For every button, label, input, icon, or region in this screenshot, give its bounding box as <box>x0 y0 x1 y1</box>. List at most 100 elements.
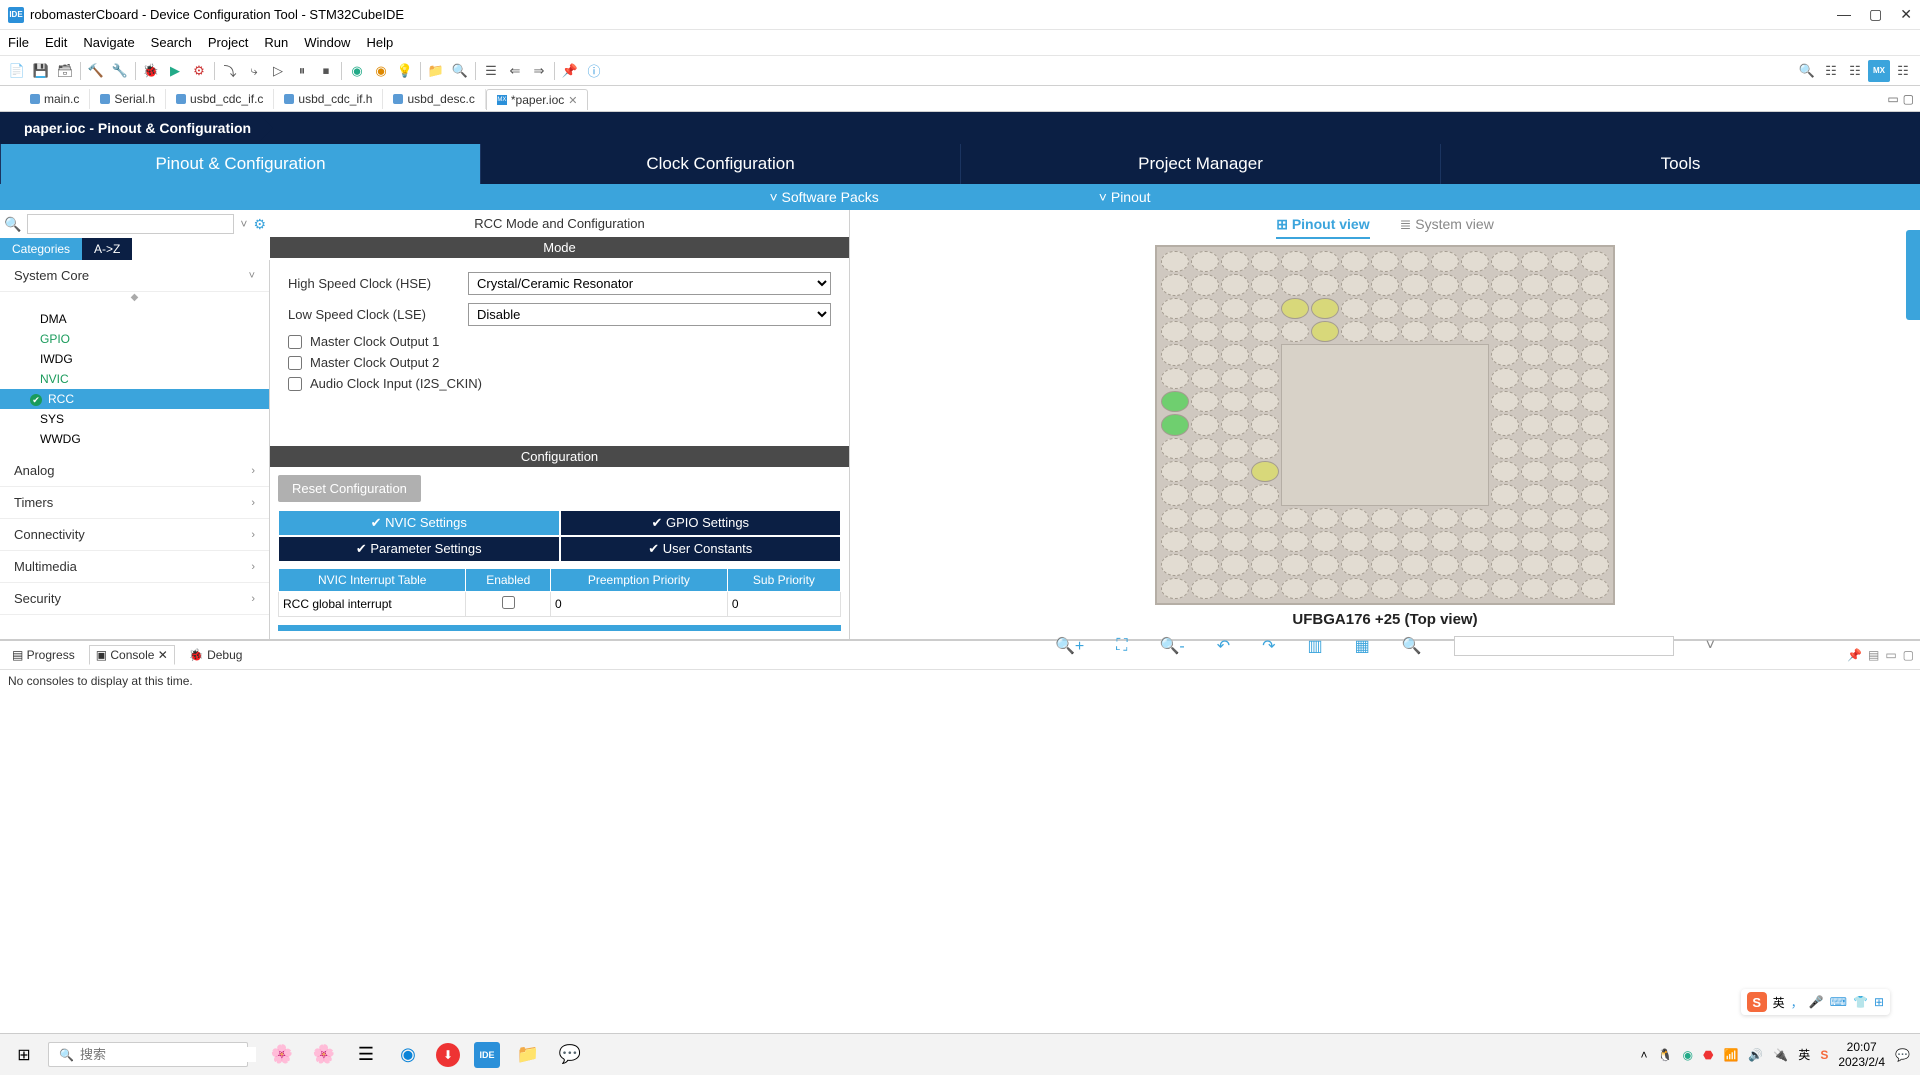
minimize-button[interactable]: — <box>1837 6 1851 23</box>
menu-help[interactable]: Help <box>366 35 393 50</box>
perspective-mx-icon[interactable]: MX <box>1868 60 1890 82</box>
tab-usbd-desc-c[interactable]: usbd_desc.c <box>383 89 485 109</box>
pinout-view-tab[interactable]: ⊞ Pinout view <box>1276 216 1369 239</box>
tray-battery-icon[interactable]: 🔌 <box>1773 1048 1788 1062</box>
taskbar-search-input[interactable] <box>80 1047 256 1062</box>
mco2-checkbox[interactable] <box>288 356 302 370</box>
wechat-icon[interactable]: 💬 <box>556 1041 584 1069</box>
chip-pinout[interactable] <box>1155 245 1615 605</box>
ime-comma-icon[interactable]: ， <box>1791 994 1803 1011</box>
grid-icon[interactable]: ▦ <box>1355 636 1370 656</box>
cat-analog[interactable]: Analog› <box>0 455 269 487</box>
cat-multimedia[interactable]: Multimedia› <box>0 551 269 583</box>
gear-icon[interactable]: ⚙ <box>253 216 266 233</box>
cat-system-core[interactable]: System Core˅ <box>0 260 269 292</box>
stop-icon[interactable]: ⏹ <box>315 60 337 82</box>
tray-up-icon[interactable]: ˄ <box>1641 1048 1648 1062</box>
tab-serial-h[interactable]: Serial.h <box>90 89 166 109</box>
taskbar-search[interactable]: 🔍 <box>48 1042 248 1067</box>
edge-icon[interactable]: ◉ <box>394 1041 422 1069</box>
build-button[interactable]: 🔨 <box>85 60 107 82</box>
nvic-enable-checkbox[interactable] <box>502 596 515 609</box>
external-tool-icon[interactable]: ⚙ <box>188 60 210 82</box>
zoom-out-icon[interactable]: 🔍- <box>1159 636 1184 656</box>
close-tab-icon[interactable]: ✕ <box>568 94 577 107</box>
tray-shield-icon[interactable]: ⬣ <box>1703 1048 1713 1062</box>
categories-tab[interactable]: Categories <box>0 238 82 260</box>
save-all-button[interactable]: 🗃 <box>54 60 76 82</box>
scrollbar[interactable] <box>278 625 841 631</box>
hse-select[interactable]: Crystal/Ceramic Resonator <box>468 272 831 295</box>
tray-volume-icon[interactable]: 🔊 <box>1748 1048 1763 1062</box>
run-icon[interactable]: ▶ <box>164 60 186 82</box>
sogou-icon[interactable]: S <box>1747 992 1767 1012</box>
new-button[interactable]: 📄 <box>6 60 28 82</box>
cfg-tab-user[interactable]: ✔ User Constants <box>560 536 842 562</box>
cfg-tab-gpio[interactable]: ✔ GPIO Settings <box>560 510 842 536</box>
app-red-icon[interactable]: ⬇ <box>436 1043 460 1067</box>
taskbar-app-2[interactable]: 🌸 <box>310 1041 338 1069</box>
tray-360-icon[interactable]: ◉ <box>1682 1048 1692 1062</box>
taskbar-app-1[interactable]: 🌸 <box>268 1041 296 1069</box>
ext-build-icon[interactable]: ◉ <box>370 60 392 82</box>
pin-icon[interactable]: 📌 <box>559 60 581 82</box>
tray-sogou-icon[interactable]: S <box>1820 1048 1828 1062</box>
table-row[interactable]: RCC global interrupt 0 0 <box>279 592 841 617</box>
tab-progress[interactable]: ▤ Progress <box>6 646 81 664</box>
fit-icon[interactable]: ⛶ <box>1116 637 1127 655</box>
nav-back-icon[interactable]: ⇐ <box>504 60 526 82</box>
item-gpio[interactable]: GPIO <box>0 329 269 349</box>
system-view-tab[interactable]: ≣ System view <box>1400 216 1494 239</box>
tray-lang-icon[interactable]: 英 <box>1798 1046 1810 1063</box>
menu-window[interactable]: Window <box>304 35 350 50</box>
nav-fwd-icon[interactable]: ⇒ <box>528 60 550 82</box>
tab-project-manager[interactable]: Project Manager <box>960 144 1440 184</box>
layers-icon[interactable]: ▥ <box>1308 636 1323 656</box>
ime-mic-icon[interactable]: 🎤 <box>1809 995 1824 1009</box>
ime-keyboard-icon[interactable]: ⌨ <box>1830 995 1847 1009</box>
taskbar-clock[interactable]: 20:07 2023/2/4 <box>1838 1040 1885 1069</box>
category-search-input[interactable] <box>27 214 234 234</box>
menu-edit[interactable]: Edit <box>45 35 67 50</box>
tool-button[interactable]: 🔧 <box>109 60 131 82</box>
pinout-search-dropdown[interactable]: ˅ <box>1706 637 1715 655</box>
item-rcc[interactable]: RCC <box>0 389 269 409</box>
cfg-tab-param[interactable]: ✔ Parameter Settings <box>278 536 560 562</box>
cat-security[interactable]: Security› <box>0 583 269 615</box>
restore-icon[interactable]: ▭ <box>1887 92 1898 106</box>
item-wwdg[interactable]: WWDG <box>0 429 269 449</box>
maximize-editor-icon[interactable]: ▢ <box>1903 92 1914 106</box>
tab-clock[interactable]: Clock Configuration <box>480 144 960 184</box>
task-view-icon[interactable]: ☰ <box>352 1041 380 1069</box>
item-dma[interactable]: DMA <box>0 309 269 329</box>
item-iwdg[interactable]: IWDG <box>0 349 269 369</box>
step-into-icon[interactable]: ⤷ <box>243 60 265 82</box>
menu-project[interactable]: Project <box>208 35 248 50</box>
tray-qq-icon[interactable]: 🐧 <box>1658 1048 1673 1062</box>
quick-access-icon[interactable]: 🔍 <box>1796 60 1818 82</box>
menu-navigate[interactable]: Navigate <box>83 35 134 50</box>
maximize-button[interactable]: ▢ <box>1869 6 1882 23</box>
ext-run-icon[interactable]: ◉ <box>346 60 368 82</box>
search-dropdown-icon[interactable]: ˅ <box>240 217 247 231</box>
start-button[interactable]: ⊞ <box>0 1045 48 1065</box>
menu-file[interactable]: File <box>8 35 29 50</box>
lse-select[interactable]: Disable <box>468 303 831 326</box>
step-over-icon[interactable]: ⤵ <box>219 60 241 82</box>
i2s-checkbox[interactable] <box>288 377 302 391</box>
ide-taskbar-icon[interactable]: IDE <box>474 1042 500 1068</box>
tab-main-c[interactable]: main.c <box>20 89 90 109</box>
search-toolbar-icon[interactable]: 🔍 <box>449 60 471 82</box>
perspective-other-icon[interactable]: ☷ <box>1892 60 1914 82</box>
tab-console[interactable]: ▣ Console ✕ <box>89 645 175 665</box>
tab-usbd-cdc-if-h[interactable]: usbd_cdc_if.h <box>274 89 383 109</box>
tab-paper-ioc[interactable]: MX*paper.ioc✕ <box>486 89 589 110</box>
pause-icon[interactable]: ⏸ <box>291 60 313 82</box>
rotate-left-icon[interactable]: ↶ <box>1217 636 1230 656</box>
pinout-dropdown[interactable]: ˅ Pinout <box>1099 189 1151 205</box>
perspective-debug-icon[interactable]: ☷ <box>1844 60 1866 82</box>
item-sys[interactable]: SYS <box>0 409 269 429</box>
perspective-c-icon[interactable]: ☷ <box>1820 60 1842 82</box>
ime-toolbar[interactable]: S 英 ， 🎤 ⌨ 👕 ⊞ <box>1741 989 1890 1015</box>
explorer-icon[interactable]: 📁 <box>514 1041 542 1069</box>
